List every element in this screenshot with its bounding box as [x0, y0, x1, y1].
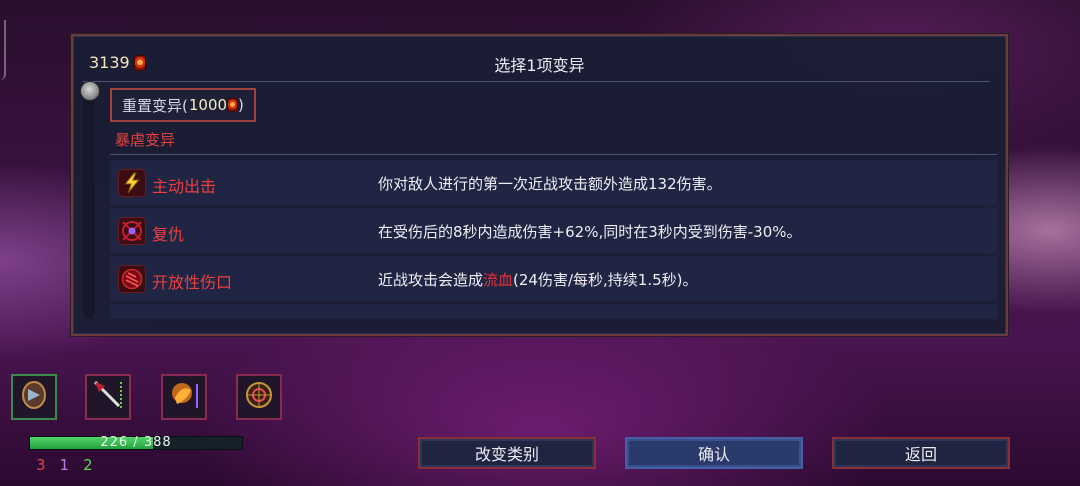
vengeance-icon	[118, 217, 146, 245]
mutation-description: 近战攻击会造成流血(24伤害/每秒,持续1.5秒)。	[378, 269, 698, 290]
mutation-name: 主动出击	[152, 177, 217, 196]
mutation-row-open-wounds[interactable]: 开放性伤口 近战攻击会造成流血(24伤害/每秒,持续1.5秒)。	[110, 256, 997, 301]
item-slot-amulet[interactable]	[236, 374, 282, 420]
bow-item-icon	[91, 378, 125, 416]
item-slot-skill[interactable]	[161, 374, 207, 420]
desc-text: (24伤害/每秒,持续1.5秒)。	[513, 271, 698, 289]
bleed-keyword: 流血	[483, 271, 514, 289]
desc-text: 在受伤后的8秒内造成伤害+62%,同时在3秒内受到伤害-30%。	[378, 223, 802, 241]
mutation-row-first-strike[interactable]: 主动出击 你对敌人进行的第一次近战攻击额外造成132伤害。	[110, 160, 997, 205]
mutation-name: 复仇	[152, 225, 185, 244]
mutation-panel: 3139 选择1项变异 重置变异( 1000 ) 暴虐变异 主动出击 你对敌人进…	[71, 34, 1008, 336]
item-slot-shield[interactable]	[11, 374, 57, 420]
confirm-button[interactable]: 确认	[625, 437, 803, 469]
scrollbar-thumb[interactable]	[80, 81, 100, 101]
category-divider	[110, 154, 997, 155]
shield-item-icon	[18, 379, 50, 415]
mutation-row-vengeance[interactable]: 复仇 在受伤后的8秒内造成伤害+62%,同时在3秒内受到伤害-30%。	[110, 208, 997, 253]
mutation-name: 开放性伤口	[152, 273, 233, 292]
background-frame-edge	[0, 20, 6, 80]
panel-title: 选择1项变异	[494, 56, 585, 75]
mutation-list: 主动出击 你对敌人进行的第一次近战攻击额外造成132伤害。 复仇 在受伤后的8秒…	[110, 160, 997, 319]
mutation-row-partial[interactable]	[110, 304, 997, 319]
desc-text: 你对敌人进行的第一次近战攻击额外造成132伤害。	[378, 175, 722, 193]
gold-coin-icon	[227, 98, 239, 112]
survival-stat: 2	[83, 456, 93, 474]
stat-counters: 3 1 2	[36, 456, 93, 474]
category-title: 暴虐变异	[115, 131, 176, 149]
reset-label-close: )	[238, 96, 244, 114]
tactics-stat: 1	[59, 456, 70, 474]
mutation-description: 你对敌人进行的第一次近战攻击额外造成132伤害。	[378, 173, 722, 194]
lightning-icon	[118, 169, 146, 197]
brutality-stat: 3	[36, 456, 46, 474]
panel-header: 3139 选择1项变异	[73, 36, 1006, 80]
back-button[interactable]: 返回	[832, 437, 1010, 469]
reset-cost: 1000	[188, 96, 228, 114]
skill-item-icon	[167, 378, 201, 416]
mutation-description: 在受伤后的8秒内造成伤害+62%,同时在3秒内受到伤害-30%。	[378, 221, 802, 242]
health-text: 226 / 388	[100, 435, 172, 450]
open-wound-icon	[118, 265, 146, 293]
header-divider	[83, 81, 990, 82]
amulet-item-icon	[242, 378, 276, 416]
change-category-button[interactable]: 改变类别	[418, 437, 596, 469]
reset-mutation-button[interactable]: 重置变异( 1000 )	[110, 88, 256, 122]
desc-text: 近战攻击会造成	[378, 271, 484, 289]
scrollbar-track[interactable]	[83, 86, 95, 318]
item-slot-bow[interactable]	[85, 374, 131, 420]
reset-label: 重置变异(	[122, 96, 188, 115]
